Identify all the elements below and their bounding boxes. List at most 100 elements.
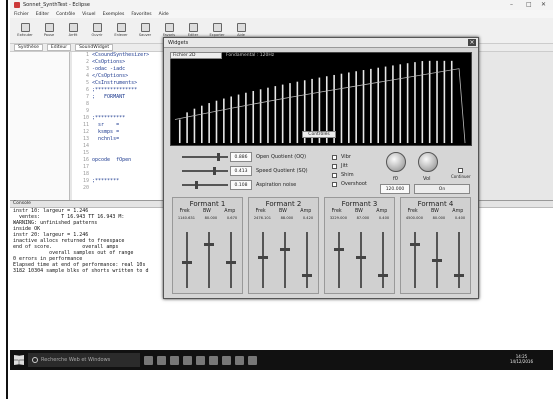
minimize-icon[interactable]: – bbox=[510, 1, 513, 8]
taskbar-clock[interactable]: 14:25 14/12/2016 bbox=[510, 354, 533, 364]
slider-thumb[interactable] bbox=[204, 242, 214, 246]
vol-value[interactable]: On bbox=[414, 184, 470, 194]
formant-value[interactable]: 2476.101 bbox=[254, 216, 271, 220]
editor-tab[interactable]: Editeur bbox=[46, 44, 72, 51]
slider-thumb[interactable] bbox=[280, 247, 290, 251]
checkbox[interactable] bbox=[332, 163, 337, 169]
toolbar-button[interactable]: Ouvrir bbox=[86, 18, 108, 42]
effect-check[interactable]: Jitt bbox=[332, 163, 348, 169]
slider-thumb[interactable] bbox=[258, 255, 268, 259]
taskbar-search[interactable]: Recherche Web et Windows bbox=[28, 353, 140, 367]
slider-thumb[interactable] bbox=[432, 258, 442, 262]
formant-value[interactable]: 0.420 bbox=[303, 216, 313, 220]
menu-item[interactable]: Contrôle bbox=[56, 12, 75, 17]
harmonic-bar bbox=[289, 83, 291, 144]
menu-item[interactable]: Exemples bbox=[103, 12, 125, 17]
spectrum-select[interactable]: Fichier 2D bbox=[170, 52, 222, 59]
slider-thumb[interactable] bbox=[194, 181, 198, 189]
toolbar-button[interactable]: Enlever bbox=[110, 18, 132, 42]
formant-slider[interactable] bbox=[356, 232, 366, 288]
formant-slider[interactable] bbox=[204, 232, 214, 288]
formant-value[interactable]: 0.400 bbox=[379, 216, 389, 220]
windows-start-icon[interactable] bbox=[14, 355, 24, 365]
formant-value[interactable]: 0.400 bbox=[455, 216, 465, 220]
toolbar-button[interactable]: Exécuter bbox=[14, 18, 36, 42]
harmonic-bar bbox=[443, 60, 446, 144]
store-icon[interactable] bbox=[183, 355, 192, 365]
param-value[interactable]: 0.413 bbox=[230, 166, 252, 176]
checkbox[interactable] bbox=[332, 172, 337, 178]
harmonic-bar bbox=[193, 108, 196, 144]
formant-value[interactable]: 1140.631 bbox=[178, 216, 195, 220]
explorer-icon[interactable] bbox=[170, 355, 179, 365]
close-icon[interactable]: ✕ bbox=[541, 1, 546, 8]
formant-value[interactable]: 3229.000 bbox=[330, 216, 347, 220]
formant-col-headers: Frek BW Amp bbox=[249, 209, 318, 214]
code-text: sr = bbox=[92, 122, 120, 128]
editor-tab[interactable]: Synthèse bbox=[14, 44, 43, 51]
slider-thumb[interactable] bbox=[454, 274, 464, 278]
widget-close-icon[interactable]: × bbox=[468, 39, 476, 46]
param-value[interactable]: 0.886 bbox=[230, 152, 252, 162]
slider-thumb[interactable] bbox=[378, 274, 388, 278]
formant-slider[interactable] bbox=[302, 232, 312, 288]
menu-item[interactable]: Fichier bbox=[14, 12, 29, 17]
formant-slider[interactable] bbox=[378, 232, 388, 288]
vol-knob[interactable] bbox=[418, 152, 438, 172]
edge-icon[interactable] bbox=[157, 355, 166, 365]
formant-slider[interactable] bbox=[226, 232, 236, 288]
app-icon-5[interactable] bbox=[248, 355, 257, 365]
param-slider[interactable] bbox=[182, 167, 228, 175]
param-slider[interactable] bbox=[182, 153, 228, 161]
formant-slider[interactable] bbox=[454, 232, 464, 288]
f0-value[interactable]: 120.000 bbox=[380, 184, 410, 194]
effect-check[interactable]: Shim bbox=[332, 172, 354, 178]
checkbox[interactable] bbox=[332, 181, 337, 187]
check-label: Overshoot bbox=[341, 181, 367, 187]
smooth-check[interactable]: Continuer bbox=[451, 168, 471, 179]
formant-slider[interactable] bbox=[258, 232, 268, 288]
param-slider[interactable] bbox=[182, 181, 228, 189]
toolbar-button[interactable]: Pause bbox=[38, 18, 60, 42]
toolbar-button[interactable]: Sauver bbox=[134, 18, 156, 42]
formant-value[interactable]: 88.000 bbox=[281, 216, 294, 220]
menu-item[interactable]: Favorites bbox=[131, 12, 151, 17]
slider-thumb[interactable] bbox=[334, 247, 344, 251]
formant-value[interactable]: 0.670 bbox=[227, 216, 237, 220]
formant-slider[interactable] bbox=[410, 232, 420, 288]
app-icon-2[interactable] bbox=[209, 355, 218, 365]
formant-title: Formant 2 bbox=[265, 200, 302, 208]
editor-tab[interactable]: SoundWidget bbox=[75, 44, 114, 51]
formant-value[interactable]: 4500.000 bbox=[406, 216, 423, 220]
checkbox[interactable] bbox=[332, 154, 337, 160]
slider-thumb[interactable] bbox=[182, 261, 192, 265]
slider-thumb[interactable] bbox=[226, 261, 236, 265]
menu-item[interactable]: Aide bbox=[159, 12, 169, 17]
app-icon-4[interactable] bbox=[235, 355, 244, 365]
formant-value[interactable]: 80.000 bbox=[433, 216, 446, 220]
param-value[interactable]: 0.108 bbox=[230, 180, 252, 190]
formant-value[interactable]: 87.000 bbox=[357, 216, 370, 220]
menu-item[interactable]: Visuel bbox=[82, 12, 95, 17]
slider-thumb[interactable] bbox=[302, 274, 312, 278]
toolbar-button[interactable]: Arrêt bbox=[62, 18, 84, 42]
f0-knob[interactable] bbox=[386, 152, 406, 172]
task-view-icon[interactable] bbox=[144, 355, 153, 365]
slider-thumb[interactable] bbox=[410, 242, 420, 246]
app-icon-1[interactable] bbox=[196, 355, 205, 365]
clock-date: 14/12/2016 bbox=[509, 359, 533, 364]
effect-check[interactable]: Overshoot bbox=[332, 181, 367, 187]
slider-thumb[interactable] bbox=[217, 153, 221, 161]
formant-slider[interactable] bbox=[182, 232, 192, 288]
maximize-icon[interactable]: □ bbox=[526, 1, 532, 8]
app-icon-3[interactable] bbox=[222, 355, 231, 365]
formant-slider[interactable] bbox=[432, 232, 442, 288]
effect-check[interactable]: Vibr bbox=[332, 154, 351, 160]
smooth-checkbox[interactable] bbox=[458, 168, 464, 173]
slider-thumb[interactable] bbox=[356, 255, 366, 259]
slider-thumb[interactable] bbox=[212, 167, 216, 175]
formant-slider[interactable] bbox=[280, 232, 290, 288]
menu-item[interactable]: Editer bbox=[36, 12, 49, 17]
formant-slider[interactable] bbox=[334, 232, 344, 288]
formant-value[interactable]: 80.000 bbox=[205, 216, 218, 220]
